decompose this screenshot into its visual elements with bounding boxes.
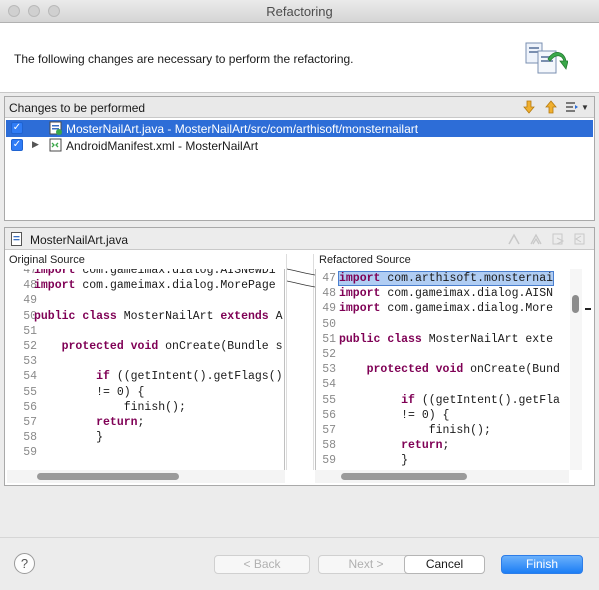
- scrollbar-thumb[interactable]: [37, 473, 179, 480]
- line-number: 49: [23, 294, 37, 308]
- footer-separator: [0, 537, 599, 538]
- code-line: if ((getIntent().getFla: [401, 393, 560, 407]
- original-source-title: Original Source: [9, 254, 85, 266]
- arrow-down-icon: [523, 100, 535, 114]
- next-change-button[interactable]: [520, 98, 538, 116]
- filter-icon: [566, 102, 579, 112]
- copy-right-to-left-button[interactable]: [528, 231, 544, 247]
- copy-left-to-right-button[interactable]: [506, 231, 522, 247]
- code-line: }: [34, 431, 104, 445]
- code-line: public class MosterNailArt extends A: [34, 309, 283, 323]
- refactored-vertical-scrollbar[interactable]: [570, 269, 582, 470]
- java-file-icon: [11, 232, 22, 246]
- refactored-source-title: Refactored Source: [319, 254, 411, 266]
- line-number: 48: [322, 287, 336, 301]
- window-title: Refactoring: [266, 4, 333, 19]
- cancel-button[interactable]: Cancel: [404, 555, 485, 574]
- line-number: 52: [322, 348, 336, 361]
- change-item-label: AndroidManifest.xml - MosterNailArt: [66, 139, 259, 153]
- filter-changes-button[interactable]: ▼: [564, 98, 590, 116]
- line-number: 54: [322, 378, 336, 392]
- line-number: 49: [322, 302, 336, 316]
- code-line: finish();: [123, 400, 186, 414]
- scrollbar-thumb[interactable]: [341, 473, 467, 480]
- code-line: import com.gameimax.dialog.More: [339, 302, 554, 316]
- merge-icon: [530, 233, 542, 245]
- line-number: 48: [23, 279, 37, 293]
- line-number: 56: [23, 400, 37, 414]
- change-item-label: MosterNailArt.java - MosterNailArt/src/c…: [66, 122, 419, 136]
- next-difference-button[interactable]: [550, 231, 566, 247]
- code-line: import com.gameimax.dialog.AISN: [339, 287, 554, 301]
- change-checkbox[interactable]: ✓: [11, 139, 23, 151]
- line-number: 51: [23, 324, 37, 338]
- line-number: 51: [322, 332, 336, 346]
- changes-panel-title: Changes to be performed: [9, 101, 146, 115]
- code-line: != 0) {: [34, 385, 145, 399]
- chevron-down-icon: ▼: [581, 102, 589, 112]
- code-line: return;: [401, 439, 450, 453]
- refactoring-wizard-icon: [525, 42, 568, 74]
- line-number: 47: [23, 269, 37, 277]
- code-line: protected void onCreate(Bund: [366, 363, 560, 377]
- line-number: 57: [322, 424, 336, 437]
- changes-panel-header: Changes to be performed ▼: [5, 97, 594, 118]
- overview-ruler: [583, 269, 593, 470]
- diff-gutter: [286, 254, 315, 470]
- line-number: 55: [322, 393, 336, 407]
- line-number: 57: [23, 416, 37, 429]
- header-message: The following changes are necessary to p…: [14, 52, 354, 66]
- original-horizontal-scrollbar[interactable]: [7, 470, 285, 483]
- title-bar: Refactoring: [0, 0, 599, 23]
- java-file-icon: [49, 121, 63, 135]
- code-line: }: [339, 454, 409, 468]
- arrow-up-icon: [545, 100, 557, 114]
- line-number: 53: [322, 363, 336, 377]
- code-line: import com.gameimax.dialog.AISNewDi: [34, 269, 276, 277]
- compare-header: MosterNailArt.java: [5, 228, 594, 250]
- previous-diff-icon: [574, 233, 585, 245]
- line-number: 47: [322, 272, 336, 285]
- code-line: import com.gameimax.dialog.MorePage: [34, 279, 276, 293]
- scrollbar-thumb[interactable]: [572, 295, 579, 313]
- back-button[interactable]: < Back: [214, 555, 310, 574]
- code-line: return;: [96, 416, 145, 429]
- line-number: 54: [23, 370, 37, 384]
- change-checkbox[interactable]: ✓: [11, 122, 23, 134]
- next-button[interactable]: Next >: [318, 555, 414, 574]
- code-line: if ((getIntent().getFlags(): [96, 370, 283, 384]
- compare-panel: MosterNailArt.java Original Source Refac…: [4, 227, 595, 486]
- finish-button[interactable]: Finish: [501, 555, 583, 574]
- help-button[interactable]: ?: [14, 553, 35, 574]
- code-line: != 0) {: [339, 408, 450, 422]
- code-line: public class MosterNailArt exte: [339, 332, 553, 346]
- refactored-horizontal-scrollbar[interactable]: [315, 470, 569, 483]
- line-number: 50: [322, 317, 336, 331]
- code-line: import com.arthisoft.monsternai: [338, 271, 554, 286]
- merge-icon: [508, 233, 520, 245]
- line-number: 59: [23, 446, 37, 460]
- line-number: 58: [322, 439, 336, 453]
- line-number: 53: [23, 355, 37, 369]
- line-number: 59: [322, 454, 336, 468]
- code-line: protected void onCreate(Bundle s: [61, 340, 283, 353]
- refactored-source-editor[interactable]: 47 import com.arthisoft.monsternai 48 impor…: [315, 269, 569, 470]
- line-number: 52: [23, 340, 37, 353]
- expand-triangle-icon[interactable]: ▶: [32, 139, 42, 151]
- compare-file-name: MosterNailArt.java: [30, 233, 129, 247]
- previous-difference-button[interactable]: [572, 231, 588, 247]
- original-source-editor[interactable]: 47 import com.gameimax.dialog.AISNewDi 48 i…: [7, 269, 285, 470]
- line-number: 55: [23, 385, 37, 399]
- line-number: 56: [322, 408, 336, 422]
- next-diff-icon: [552, 233, 565, 245]
- changes-panel: Changes to be performed ▼ ✓ MosterNailAr…: [4, 96, 595, 221]
- line-number: 58: [23, 431, 37, 445]
- code-line: finish();: [428, 424, 491, 437]
- wizard-header: The following changes are necessary to p…: [0, 23, 599, 93]
- line-number: 50: [23, 309, 37, 323]
- change-item-manifest[interactable]: ✓ ▶ AndroidManifest.xml - MosterNailArt: [6, 137, 593, 154]
- xml-file-icon: [49, 138, 63, 152]
- previous-change-button[interactable]: [542, 98, 560, 116]
- change-item-java[interactable]: ✓ MosterNailArt.java - MosterNailArt/src…: [6, 120, 593, 137]
